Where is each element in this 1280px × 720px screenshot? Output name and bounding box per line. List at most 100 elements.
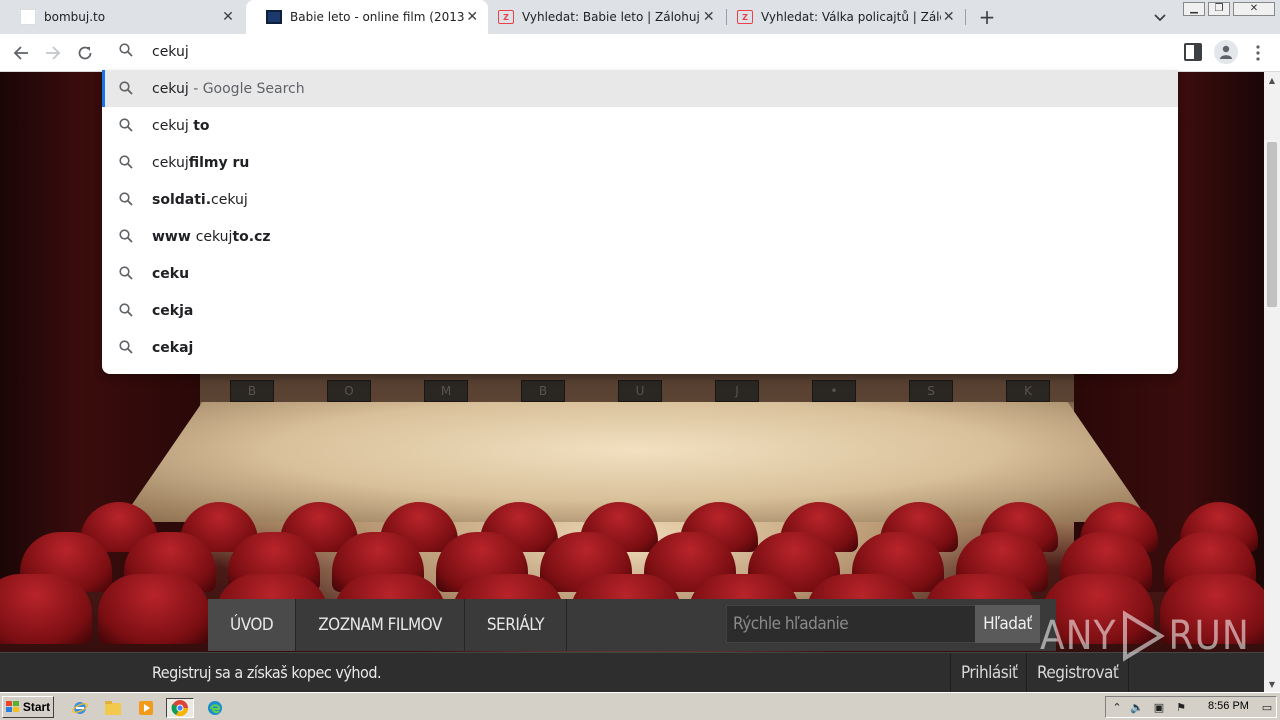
suggestion-text: cekuj to <box>152 118 210 134</box>
suggestion-text-part: cekaj <box>152 339 194 356</box>
tab-title: Babie leto - online film (2013) | bomb <box>290 10 465 24</box>
suggestion-item[interactable]: cekuj to <box>102 107 1178 144</box>
search-button[interactable]: Hľadať <box>975 605 1040 643</box>
minimize-button[interactable]: ▁ <box>1183 2 1205 16</box>
suggestion-text: cekaj <box>152 340 193 356</box>
show-desktop-icon[interactable]: ▭ <box>1260 700 1274 714</box>
close-window-button[interactable]: ✕ <box>1233 2 1275 16</box>
theater-seat <box>98 574 210 644</box>
kebab-menu-icon[interactable] <box>1250 42 1266 64</box>
suggestion-text-part: - Google Search <box>188 80 305 97</box>
suggestion-text: soldati.cekuj <box>152 192 248 208</box>
theater-seat <box>0 574 92 644</box>
close-icon[interactable]: ✕ <box>465 7 481 27</box>
stage-letter: O <box>327 380 371 402</box>
scroll-up-arrow-icon[interactable]: ▲ <box>1264 72 1280 88</box>
suggestion-text-part: to <box>193 117 210 134</box>
suggestion-text-part: filmy ru <box>188 154 250 171</box>
windows-taskbar: Start ⌃ 🔈 ▣ ⚑ 8:56 PM ▭ <box>0 692 1280 720</box>
tab-separator <box>965 9 966 25</box>
register-prompt: Registruj sa a získaš kopec výhod. <box>152 663 382 682</box>
forward-arrow-icon[interactable] <box>40 41 66 65</box>
tab-zalohuj-valka-policajtu[interactable]: Z Vyhledat: Válka policajtů | Zálohuj.si… <box>727 0 965 34</box>
search-icon <box>118 80 134 100</box>
omnibox-input[interactable]: cekuj <box>152 44 189 60</box>
scroll-thumb[interactable] <box>1267 142 1277 307</box>
search-icon <box>118 302 134 322</box>
tab-search-chevron-icon[interactable] <box>1150 8 1170 28</box>
tab-zalohuj-babie-leto[interactable]: Z Vyhledat: Babie leto | Zálohuj.si ✕ <box>488 0 726 34</box>
new-tab-button[interactable]: + <box>976 5 998 29</box>
nav-series[interactable]: SERIÁLY <box>465 599 567 651</box>
film-icon <box>266 9 282 25</box>
zalohuj-icon: Z <box>498 9 514 25</box>
flag-icon[interactable]: ⚑ <box>1174 700 1188 714</box>
search-icon <box>118 228 134 248</box>
tab-title: Vyhledat: Válka policajtů | Zálohuj.si <box>761 10 941 24</box>
blank-page-icon <box>20 9 36 25</box>
watermark-left: ANY <box>1040 613 1117 659</box>
nav-movie-list[interactable]: ZOZNAM FILMOV <box>296 599 465 651</box>
network-icon[interactable]: ▣ <box>1152 700 1166 714</box>
suggestion-text: cekja <box>152 303 193 319</box>
close-icon[interactable]: ✕ <box>699 7 718 27</box>
stage-letter: S <box>909 380 953 402</box>
nav-home[interactable]: ÚVOD <box>208 599 297 651</box>
start-label: Start <box>22 700 51 714</box>
suggestion-text-part: cekuj <box>152 154 189 171</box>
stage-letter: M <box>424 380 468 402</box>
quick-search-input[interactable]: Rýchle hľadanie <box>726 605 976 643</box>
suggestion-item[interactable]: cekja <box>102 292 1178 329</box>
stage-letter: • <box>812 380 856 402</box>
watermark-right: RUN <box>1168 613 1250 659</box>
suggestion-text-part: cekja <box>152 302 194 319</box>
play-logo-icon <box>1122 610 1165 662</box>
suggestion-text-part: cekuj <box>195 228 233 245</box>
restore-button[interactable]: ❐ <box>1208 2 1230 16</box>
suggestion-text-part: www <box>152 228 196 245</box>
suggestion-text-part: cekuj <box>152 117 194 134</box>
chrome-icon[interactable] <box>166 698 194 718</box>
start-button[interactable]: Start <box>2 696 54 718</box>
side-panel-icon[interactable] <box>1184 43 1202 61</box>
windows-logo-icon <box>5 701 19 712</box>
edge-icon[interactable] <box>205 698 225 718</box>
suggestion-text: www cekujto.cz <box>152 229 271 245</box>
search-icon <box>118 42 134 62</box>
suggestion-item[interactable]: cekujfilmy ru <box>102 144 1178 181</box>
suggestion-item[interactable]: ceku <box>102 255 1178 292</box>
media-player-icon[interactable] <box>136 698 156 718</box>
browser-toolbar: cekuj <box>0 34 1280 72</box>
page-scrollbar[interactable]: ▲ ▼ <box>1264 72 1280 692</box>
profile-avatar-icon[interactable] <box>1214 40 1238 64</box>
file-explorer-icon[interactable] <box>103 698 123 718</box>
tray-expand-icon[interactable]: ⌃ <box>1110 700 1124 714</box>
close-icon[interactable]: ✕ <box>941 7 957 27</box>
tab-babie-leto[interactable]: Babie leto - online film (2013) | bomb ✕ <box>246 0 488 34</box>
login-link[interactable]: Prihlásiť <box>950 653 1028 692</box>
suggestion-item[interactable]: soldati.cekuj <box>102 181 1178 218</box>
tab-title: Vyhledat: Babie leto | Zálohuj.si <box>522 10 700 24</box>
reload-icon[interactable] <box>72 41 98 65</box>
internet-explorer-icon[interactable] <box>70 698 90 718</box>
stage-letter: K <box>1006 380 1050 402</box>
suggestion-text: ceku <box>152 266 189 282</box>
search-icon <box>118 117 134 137</box>
zalohuj-icon: Z <box>737 9 753 25</box>
scroll-down-arrow-icon[interactable]: ▼ <box>1264 676 1280 692</box>
stage-letter: U <box>618 380 662 402</box>
tab-bombuj[interactable]: bombuj.to ✕ <box>0 0 246 34</box>
suggestion-text-part: cekuj <box>211 191 248 208</box>
stage-letter: B <box>230 380 274 402</box>
suggestion-item[interactable]: cekaj <box>102 329 1178 366</box>
suggestion-item[interactable]: www cekujto.cz <box>102 218 1178 255</box>
tab-strip: bombuj.to ✕ Babie leto - online film (20… <box>0 0 1280 34</box>
back-arrow-icon[interactable] <box>8 41 34 65</box>
suggestion-item[interactable]: cekuj - Google Search <box>102 70 1178 107</box>
search-icon <box>118 154 134 174</box>
search-icon <box>118 265 134 285</box>
suggestion-text: cekuj - Google Search <box>152 81 305 97</box>
close-icon[interactable]: ✕ <box>218 7 238 27</box>
volume-icon[interactable]: 🔈 <box>1130 700 1144 714</box>
search-icon <box>118 339 134 359</box>
